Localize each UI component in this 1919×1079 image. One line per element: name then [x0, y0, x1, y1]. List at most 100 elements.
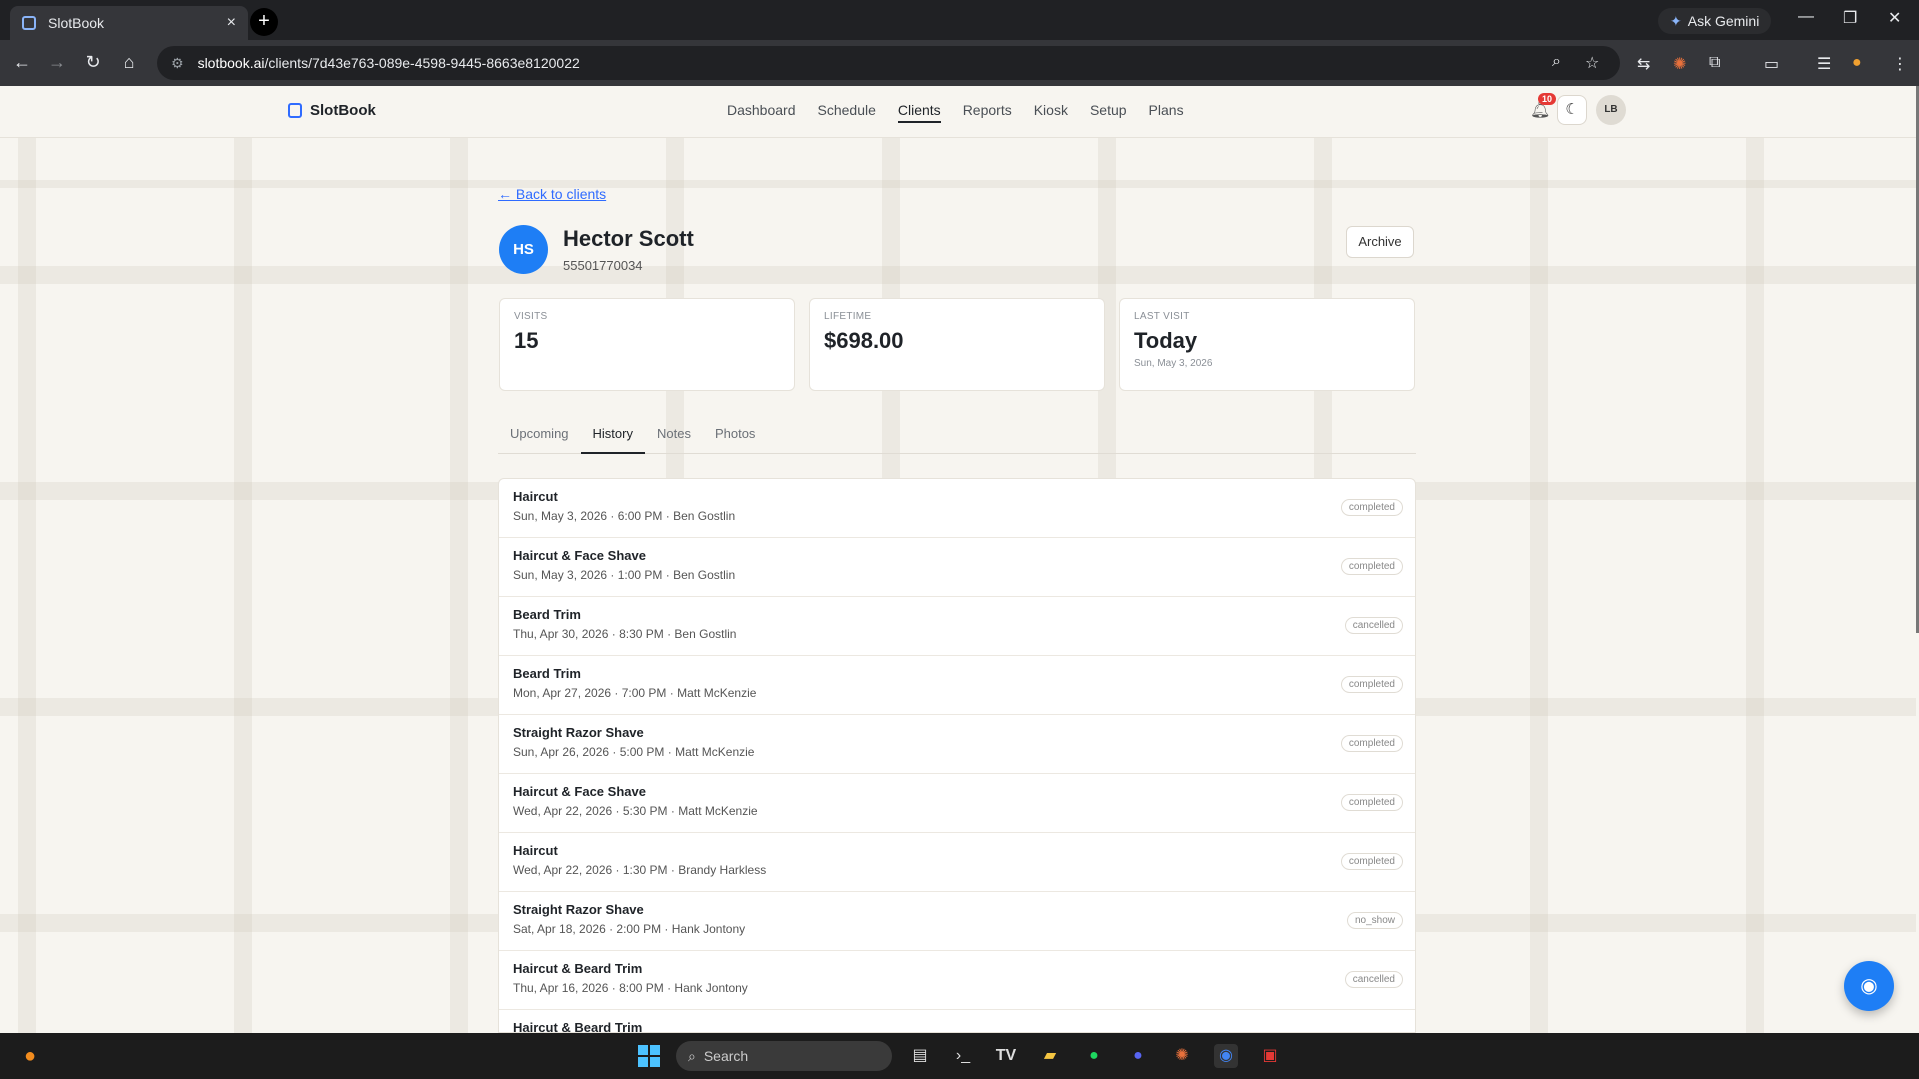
- service-name: Haircut & Face Shave: [513, 548, 646, 563]
- stat-subtext: Sun, May 3, 2026: [1134, 358, 1213, 369]
- calendar-icon: [22, 16, 36, 30]
- nav-setup[interactable]: Setup: [1090, 102, 1127, 123]
- service-name: Haircut: [513, 843, 558, 858]
- user-avatar[interactable]: LB: [1596, 95, 1626, 125]
- nav-dashboard[interactable]: Dashboard: [727, 102, 796, 123]
- minimize-icon[interactable]: —: [1798, 8, 1814, 26]
- tradingview-icon[interactable]: TV: [994, 1044, 1018, 1068]
- service-name: Haircut & Beard Trim: [513, 1020, 643, 1033]
- nav-reports[interactable]: Reports: [963, 102, 1012, 123]
- task-view-icon[interactable]: ▤: [908, 1044, 932, 1068]
- terminal-icon[interactable]: ›_: [951, 1044, 975, 1068]
- list-item[interactable]: Haircut & Beard Trim: [499, 1010, 1415, 1033]
- status-badge: completed: [1340, 794, 1403, 811]
- file-explorer-icon[interactable]: ▰: [1038, 1044, 1062, 1068]
- home-icon[interactable]: ⌂: [118, 52, 140, 73]
- url-text[interactable]: slotbook.ai/clients/7d43e763-089e-4598-9…: [198, 55, 580, 71]
- tab-history[interactable]: History: [580, 425, 645, 454]
- browser-tab[interactable]: SlotBook ×: [10, 6, 248, 40]
- nav-plans[interactable]: Plans: [1149, 102, 1184, 123]
- list-item[interactable]: Haircut & Face Shave Sun, May 3, 2026 · …: [499, 538, 1415, 597]
- tab-upcoming[interactable]: Upcoming: [498, 425, 581, 454]
- ask-gemini-button[interactable]: ✦ Ask Gemini: [1658, 8, 1772, 34]
- browser-menu-icon[interactable]: ⋮: [1892, 54, 1908, 74]
- service-name: Straight Razor Shave: [513, 902, 644, 917]
- list-item[interactable]: Haircut Wed, Apr 22, 2026 · 1:30 PM · Br…: [499, 833, 1415, 892]
- list-item[interactable]: Straight Razor Shave Sat, Apr 18, 2026 ·…: [499, 892, 1415, 951]
- close-window-icon[interactable]: ✕: [1888, 8, 1901, 28]
- nav-schedule[interactable]: Schedule: [818, 102, 876, 123]
- browser-tab-bar: SlotBook × + ✦ Ask Gemini — ❐ ✕: [0, 0, 1919, 40]
- app-header: SlotBook Dashboard Schedule Clients Repo…: [0, 86, 1919, 138]
- windows-start-icon[interactable]: [638, 1045, 660, 1067]
- brand-logo[interactable]: SlotBook: [288, 102, 376, 119]
- appointment-meta: Mon, Apr 27, 2026 · 7:00 PM · Matt McKen…: [513, 686, 757, 700]
- stat-value: Today: [1134, 328, 1198, 353]
- tab-title: SlotBook: [48, 15, 105, 31]
- spotify-icon[interactable]: ●: [1082, 1044, 1106, 1068]
- tab-notes[interactable]: Notes: [645, 425, 703, 454]
- chrome-icon[interactable]: ◉: [1214, 1044, 1238, 1068]
- appointment-meta: Sun, May 3, 2026 · 1:00 PM · Ben Gostlin: [513, 568, 736, 582]
- back-to-clients-link[interactable]: ← Back to clients: [498, 186, 606, 202]
- status-badge: no_show: [1346, 912, 1403, 929]
- list-item[interactable]: Straight Razor Shave Sun, Apr 26, 2026 ·…: [499, 715, 1415, 774]
- taskbar-search-placeholder: Search: [703, 1048, 749, 1064]
- status-badge: completed: [1340, 735, 1403, 752]
- main-nav: Dashboard Schedule Clients Reports Kiosk…: [727, 102, 1184, 123]
- close-tab-icon[interactable]: ×: [227, 14, 236, 32]
- bookmark-star-icon[interactable]: ☆: [1585, 53, 1599, 73]
- nav-kiosk[interactable]: Kiosk: [1034, 102, 1068, 123]
- claude-icon[interactable]: ✺: [1170, 1044, 1194, 1068]
- appointment-meta: Thu, Apr 30, 2026 · 8:30 PM · Ben Gostli…: [513, 627, 737, 641]
- moon-icon: ☾: [1565, 101, 1579, 118]
- tab-search-icon[interactable]: ▭: [1764, 54, 1779, 74]
- app-icon[interactable]: ▣: [1258, 1044, 1282, 1068]
- brand-name: SlotBook: [310, 102, 376, 119]
- taskbar-search[interactable]: ⌕ Search: [676, 1041, 892, 1071]
- address-bar[interactable]: ⚙ slotbook.ai/clients/7d43e763-089e-4598…: [157, 46, 1620, 80]
- stat-label: VISITS: [514, 311, 548, 322]
- archive-button[interactable]: Archive: [1346, 226, 1414, 258]
- discord-icon[interactable]: ●: [1126, 1044, 1150, 1068]
- stat-card-lifetime: LIFETIME $698.00: [809, 298, 1105, 391]
- list-item[interactable]: Beard Trim Thu, Apr 30, 2026 · 8:30 PM ·…: [499, 597, 1415, 656]
- service-name: Haircut & Beard Trim: [513, 961, 643, 976]
- list-item[interactable]: Haircut & Beard Trim Thu, Apr 16, 2026 ·…: [499, 951, 1415, 1010]
- weather-icon[interactable]: ●: [18, 1044, 42, 1068]
- zoom-icon[interactable]: ⌕: [1552, 53, 1561, 71]
- claude-extension-icon[interactable]: ✺: [1673, 54, 1686, 74]
- list-item[interactable]: Haircut & Face Shave Wed, Apr 22, 2026 ·…: [499, 774, 1415, 833]
- reading-list-icon[interactable]: ☰: [1817, 54, 1831, 74]
- ask-gemini-label: Ask Gemini: [1687, 13, 1760, 29]
- site-info-icon[interactable]: ⚙: [171, 55, 184, 72]
- status-badge: cancelled: [1344, 617, 1403, 634]
- extensions-icon[interactable]: ⧉: [1709, 54, 1720, 72]
- tab-photos[interactable]: Photos: [703, 425, 767, 454]
- profile-icon[interactable]: ●: [1852, 54, 1862, 72]
- client-name: Hector Scott: [563, 226, 694, 251]
- dark-mode-toggle[interactable]: ☾: [1557, 95, 1587, 125]
- stat-card-visits: VISITS 15: [499, 298, 795, 391]
- translate-icon[interactable]: ⇆: [1637, 54, 1650, 74]
- assistant-fab-button[interactable]: ◉: [1844, 961, 1894, 1011]
- appointment-meta: Thu, Apr 16, 2026 · 8:00 PM · Hank Jonto…: [513, 981, 748, 995]
- stat-label: LAST VISIT: [1134, 311, 1190, 322]
- appointment-meta: Sun, Apr 26, 2026 · 5:00 PM · Matt McKen…: [513, 745, 755, 759]
- target-icon: ◉: [1860, 975, 1878, 997]
- os-taskbar: ● ⌕ Search ▤ ›_ TV ▰ ● ● ✺ ◉ ▣: [0, 1033, 1919, 1079]
- stat-label: LIFETIME: [824, 311, 872, 322]
- service-name: Haircut & Face Shave: [513, 784, 646, 799]
- list-item[interactable]: Beard Trim Mon, Apr 27, 2026 · 7:00 PM ·…: [499, 656, 1415, 715]
- service-name: Straight Razor Shave: [513, 725, 644, 740]
- back-arrow-icon[interactable]: ←: [11, 52, 33, 73]
- status-badge: completed: [1340, 499, 1403, 516]
- forward-arrow-icon[interactable]: →: [46, 52, 68, 73]
- status-badge: cancelled: [1344, 971, 1403, 988]
- nav-clients[interactable]: Clients: [897, 102, 941, 123]
- list-item[interactable]: Haircut Sun, May 3, 2026 · 6:00 PM · Ben…: [499, 479, 1415, 538]
- restore-icon[interactable]: ❐: [1843, 8, 1857, 28]
- gemini-icon: ✦: [1670, 12, 1682, 29]
- new-tab-button[interactable]: +: [250, 8, 278, 36]
- reload-icon[interactable]: ↻: [82, 52, 104, 73]
